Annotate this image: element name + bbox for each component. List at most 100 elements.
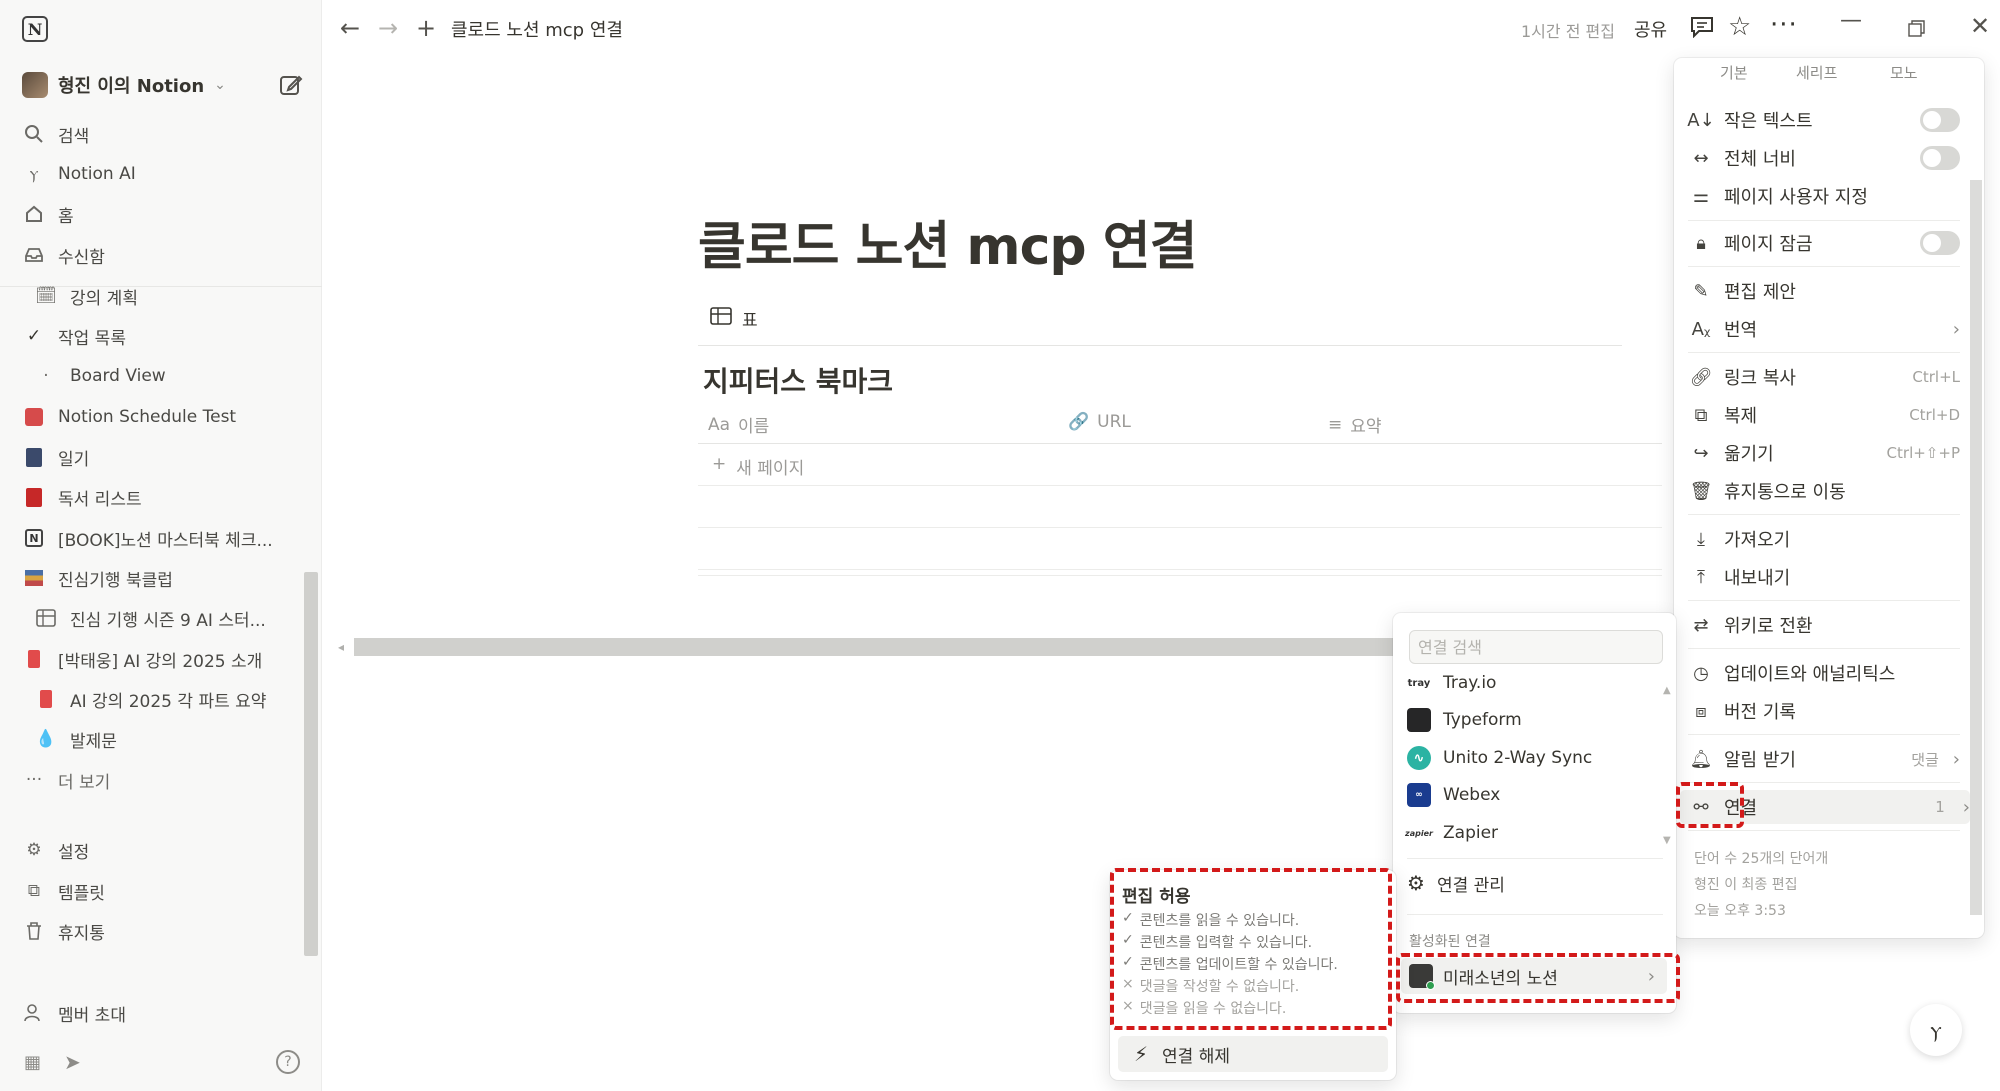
sidebar-more[interactable]: ··· 더 보기 [22, 764, 110, 796]
sidebar-page-ai-summary[interactable]: AI 강의 2025 각 파트 요약 [34, 683, 266, 715]
connection-unito[interactable]: ∿ Unito 2-Way Sync [1407, 741, 1592, 775]
sidebar-item-search[interactable]: 검색 [22, 118, 89, 150]
menu-full-width[interactable]: ↔ 전체 너비 [1688, 141, 1960, 175]
sidebar-settings[interactable]: ⚙ 설정 [22, 834, 89, 866]
menu-move[interactable]: ↪ 옮기기 Ctrl+⇧+P [1688, 436, 1960, 470]
back-arrow-icon[interactable]: ← [340, 14, 360, 42]
menu-copy-link[interactable]: 🔗︎ 링크 복사 Ctrl+L [1688, 360, 1960, 394]
menu-customize-page[interactable]: ⚌ 페이지 사용자 지정 [1688, 179, 1960, 213]
sidebar-page-lecture-plan[interactable]: 🗓 강의 계획 [34, 280, 138, 312]
plus-icon[interactable]: + [416, 14, 436, 42]
add-user-icon [22, 1001, 46, 1025]
close-icon[interactable]: ✕ [1970, 12, 1990, 40]
horizontal-scrollbar[interactable] [354, 638, 1414, 656]
column-name[interactable]: Aa 이름 [708, 412, 769, 438]
sidebar-scrollbar[interactable] [304, 572, 318, 956]
font-tab-default[interactable]: 기본 [1720, 62, 1748, 83]
minimize-icon[interactable]: — [1840, 8, 1862, 33]
sidebar-page-task-list[interactable]: ✓ 작업 목록 [22, 320, 126, 352]
scroll-up-icon[interactable]: ▲ [1663, 685, 1671, 696]
connection-webex[interactable]: ∞ Webex [1407, 778, 1500, 812]
share-button[interactable]: 공유 [1634, 16, 1667, 42]
menu-divider [1688, 734, 1960, 735]
forward-arrow-icon[interactable]: → [378, 14, 398, 42]
sidebar-item-notion-ai[interactable]: ⲩ Notion AI [22, 158, 136, 190]
sidebar-templates[interactable]: ⧉ 템플릿 [22, 875, 105, 907]
menu-connections[interactable]: ⚯ 연결 1 › [1680, 790, 1970, 824]
topbar: ← → + 클로드 노션 mcp 연결 1시간 전 편집 공유 ☆ ··· — … [322, 0, 2000, 58]
sidebar-item-inbox[interactable]: 수신함 [22, 239, 105, 271]
full-width-toggle[interactable] [1920, 146, 1960, 170]
font-tab-mono[interactable]: 모노 [1890, 62, 1918, 83]
word-count: 단어 수 25개의 단어개 [1694, 851, 1829, 867]
sidebar-page-book-club[interactable]: 진심기행 북클럽 [22, 562, 173, 594]
menu-export[interactable]: ⤒ 내보내기 [1688, 560, 1960, 594]
small-text-toggle[interactable] [1920, 108, 1960, 132]
database-title[interactable]: 지피터스 북마크 [703, 360, 893, 400]
workspace-switcher[interactable]: 형진 이의 Notion ⌄ [22, 72, 226, 98]
disconnect-button[interactable]: ⚡︎ 연결 해제 [1118, 1036, 1388, 1072]
sidebar-page-schedule-test[interactable]: Notion Schedule Test [22, 401, 236, 433]
menu-lock-page[interactable]: 🔒︎ 페이지 잠금 [1688, 226, 1960, 260]
menu-item-label: 작은 텍스트 [1724, 111, 1813, 132]
comment-icon[interactable] [1690, 16, 1714, 44]
trash-icon: 🗑︎ [1689, 480, 1713, 502]
menu-divider [1688, 220, 1960, 221]
connection-name: Zapier [1443, 823, 1499, 843]
notion-ai-button[interactable]: ⲩ [1910, 1004, 1962, 1056]
scroll-down-icon[interactable]: ▼ [1663, 835, 1671, 846]
menu-translate[interactable]: Aᵪ 번역 › [1688, 312, 1960, 346]
notion-logo-icon[interactable]: N [22, 16, 48, 42]
menu-notifications[interactable]: 🔔︎ 알림 받기 댓글 › [1688, 742, 1960, 776]
scroll-left-icon[interactable]: ◂ [338, 640, 344, 654]
menu-turn-into-wiki[interactable]: ⇄ 위키로 전환 [1688, 608, 1960, 642]
sidebar-page-board-view[interactable]: · Board View [34, 360, 165, 392]
connection-zapier[interactable]: zapier Zapier [1405, 816, 1499, 850]
menu-updates-analytics[interactable]: ◷ 업데이트와 애널리틱스 [1688, 656, 1960, 690]
menu-move-to-trash[interactable]: 🗑︎ 휴지통으로 이동 [1688, 474, 1960, 508]
active-connection-item[interactable]: 미래소년의 노션 › [1401, 958, 1667, 994]
sidebar-trash[interactable]: 휴지통 [22, 915, 105, 947]
lock-page-toggle[interactable] [1920, 231, 1960, 255]
last-edited: 1시간 전 편집 [1521, 22, 1615, 41]
new-page-row[interactable]: + 새 페이지 [712, 454, 804, 479]
connection-typeform[interactable]: Typeform [1407, 703, 1522, 737]
menu-scrollbar[interactable] [1970, 180, 1982, 915]
sidebar-invite-members[interactable]: 멤버 초대 [22, 997, 126, 1029]
more-options-icon[interactable]: ··· [1770, 10, 1798, 40]
restore-icon[interactable] [1907, 16, 1925, 44]
sidebar-page-reading-list[interactable]: 독서 리스트 [22, 481, 142, 513]
font-tab-serif[interactable]: 세리프 [1796, 62, 1837, 83]
sidebar-page-season9[interactable]: 진심 기행 시즌 9 AI 스터... [34, 602, 266, 634]
column-url[interactable]: 🔗 URL [1068, 412, 1131, 432]
connection-tray-io[interactable]: tray Tray.io [1407, 666, 1497, 700]
connection-search-input[interactable] [1409, 630, 1663, 664]
menu-duplicate[interactable]: ⧉ 복제 Ctrl+D [1688, 398, 1960, 432]
sidebar-page-notion-masterbook[interactable]: N [BOOK]노션 마스터북 체크... [22, 522, 273, 554]
menu-version-history[interactable]: ⧈ 버전 기록 [1688, 694, 1960, 728]
tab-table-view[interactable]: 표 [710, 306, 758, 331]
column-summary[interactable]: ≡ 요약 [1328, 412, 1382, 438]
calendar-app-icon[interactable]: ▦ [24, 1052, 41, 1073]
menu-suggest-edits[interactable]: ✎ 편집 제안 [1688, 274, 1960, 308]
sidebar-item-home[interactable]: 홈 [22, 198, 74, 230]
help-icon[interactable]: ? [276, 1050, 300, 1074]
star-icon[interactable]: ☆ [1728, 12, 1751, 42]
notion-page-icon: N [22, 526, 46, 550]
new-page-button[interactable] [278, 72, 304, 98]
breadcrumb[interactable]: 클로드 노션 mcp 연결 [451, 16, 623, 42]
sidebar-page-diary[interactable]: 일기 [22, 441, 89, 473]
send-icon[interactable]: ➤ [64, 1050, 81, 1074]
page-title[interactable]: 클로드 노션 mcp 연결 [698, 204, 1197, 279]
permission-line: ✓ 콘텐츠를 입력할 수 있습니다. [1122, 932, 1312, 952]
template-icon: ⧉ [27, 881, 41, 901]
sidebar-page-ai-lecture[interactable]: [박태웅] AI 강의 2025 소개 [22, 643, 262, 675]
sidebar-page-discussion[interactable]: 💧 발제문 [34, 723, 117, 755]
table-row [698, 486, 1662, 528]
menu-import[interactable]: ⤓ 가져오기 [1688, 522, 1960, 556]
menu-small-text[interactable]: A↓ 작은 텍스트 [1687, 103, 1960, 137]
menu-item-label: 복제 [1724, 406, 1758, 427]
permission-line: ✓ 콘텐츠를 업데이트할 수 있습니다. [1122, 954, 1338, 974]
manage-connections[interactable]: ⚙ 연결 관리 [1407, 866, 1505, 900]
table-row [698, 534, 1662, 576]
